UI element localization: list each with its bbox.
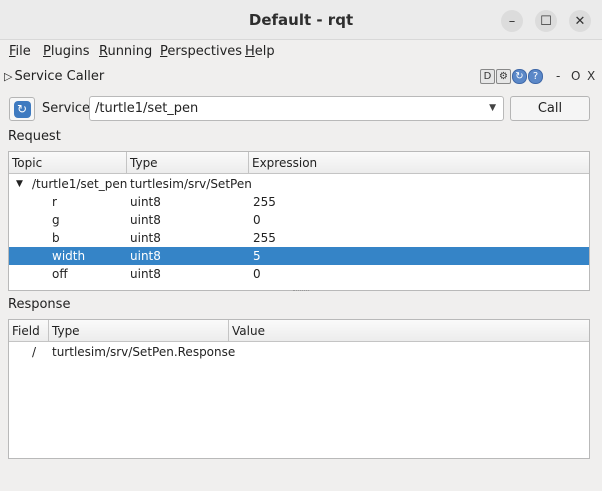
response-label: Response (8, 297, 71, 312)
expand-triangle-icon: ▷ (4, 70, 13, 83)
refresh-services-button[interactable]: ↻ (9, 97, 35, 121)
plugin-minimize-button[interactable]: - (556, 69, 560, 83)
column-header-topic[interactable]: Topic (9, 152, 127, 173)
plugin-header: ▷ Service Caller D ⚙ ↻ ? - O X (0, 66, 602, 88)
menu-running[interactable]: Running (99, 44, 152, 59)
splitter-handle[interactable] (293, 290, 309, 293)
request-table: Topic Type Expression ▼ /turtle1/set_pen… (8, 151, 590, 291)
column-header-type[interactable]: Type (127, 152, 249, 173)
settings-gear-icon[interactable]: ⚙ (496, 69, 511, 84)
response-table-header: Field Type Value (9, 320, 589, 342)
minimize-icon: – (508, 13, 516, 29)
call-button[interactable]: Call (510, 96, 590, 121)
close-button[interactable]: ✕ (569, 10, 591, 32)
service-label: Service (42, 101, 91, 116)
menu-bar: File Plugins Running Perspectives Help (0, 41, 602, 63)
response-table: Field Type Value / turtlesim/srv/SetPen.… (8, 319, 590, 459)
title-bar[interactable]: Default - rqt – ☐ ✕ (0, 0, 602, 40)
column-header-field[interactable]: Field (9, 320, 49, 341)
request-row[interactable]: b uint8 255 (9, 229, 589, 247)
reload-icon[interactable]: ↻ (512, 69, 527, 84)
close-icon: ✕ (574, 13, 586, 29)
dock-button[interactable]: D (480, 69, 495, 84)
request-row[interactable]: g uint8 0 (9, 211, 589, 229)
plugin-title[interactable]: ▷ Service Caller (4, 69, 104, 84)
service-select[interactable]: /turtle1/set_pen ▼ (89, 96, 504, 121)
rqt-window: Default - rqt – ☐ ✕ File Plugins Running… (0, 0, 602, 491)
dropdown-arrow-icon: ▼ (489, 103, 496, 113)
menu-plugins[interactable]: Plugins (43, 44, 90, 59)
plugin-toolbar: D ⚙ ↻ ? (480, 69, 543, 84)
refresh-icon: ↻ (13, 100, 31, 118)
service-selected-value: /turtle1/set_pen (95, 101, 199, 116)
help-icon[interactable]: ? (528, 69, 543, 84)
request-table-header: Topic Type Expression (9, 152, 589, 174)
request-row[interactable]: off uint8 0 (9, 265, 589, 283)
column-header-expression[interactable]: Expression (249, 152, 589, 173)
menu-help[interactable]: Help (245, 44, 275, 59)
column-header-value[interactable]: Value (229, 320, 589, 341)
request-row[interactable]: r uint8 255 (9, 193, 589, 211)
menu-file[interactable]: File (9, 44, 31, 59)
request-root-row[interactable]: ▼ /turtle1/set_pen turtlesim/srv/SetPen (9, 175, 589, 193)
plugin-restore-button[interactable]: O (571, 69, 580, 83)
response-row[interactable]: / turtlesim/srv/SetPen.Response (9, 343, 589, 361)
request-row-selected[interactable]: width uint8 5 (9, 247, 589, 265)
request-label: Request (8, 129, 61, 144)
maximize-button[interactable]: ☐ (535, 10, 557, 32)
menu-perspectives[interactable]: Perspectives (160, 44, 242, 59)
minimize-button[interactable]: – (501, 10, 523, 32)
plugin-close-button[interactable]: X (587, 69, 595, 83)
column-header-type[interactable]: Type (49, 320, 229, 341)
maximize-icon: ☐ (540, 13, 552, 29)
collapse-arrow-icon[interactable]: ▼ (16, 179, 23, 189)
